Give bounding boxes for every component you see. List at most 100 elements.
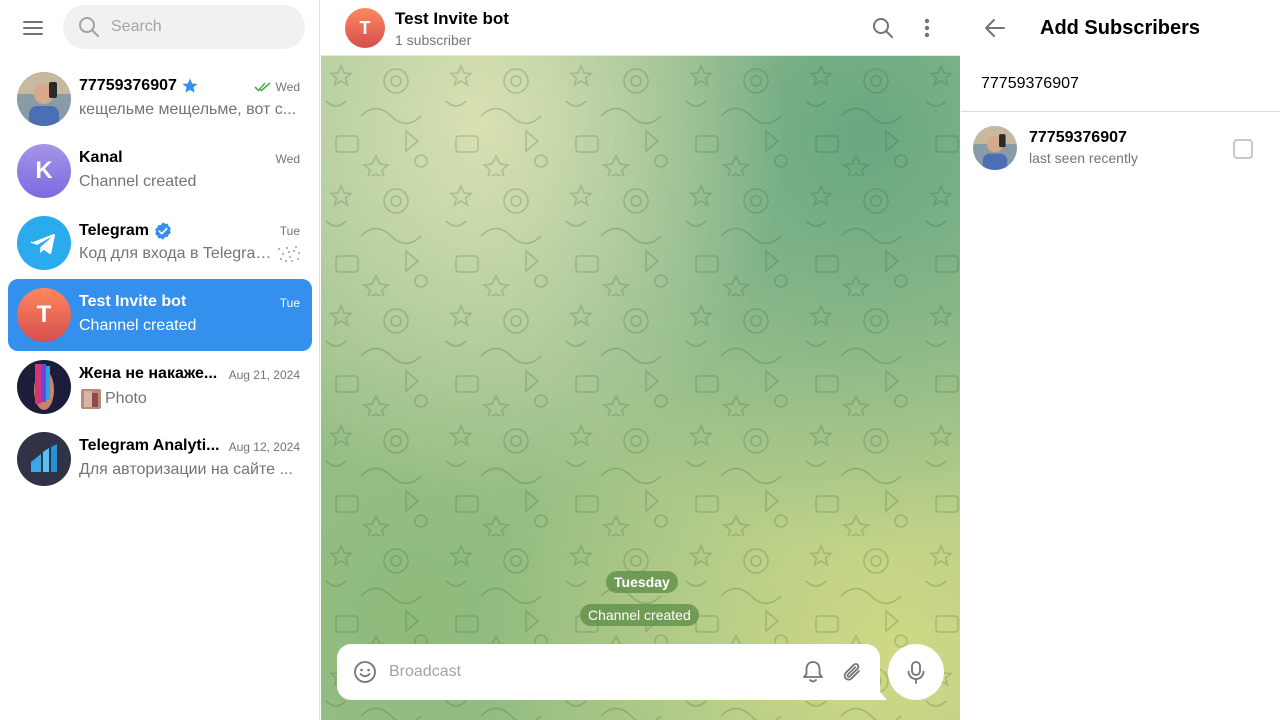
- contact-checkbox[interactable]: [1233, 139, 1253, 159]
- chat-date-text: Wed: [275, 80, 300, 94]
- silent-broadcast-button[interactable]: [797, 656, 829, 688]
- star-icon: [182, 78, 198, 93]
- message-input[interactable]: [389, 644, 789, 700]
- chat-preview: кещельме мещельме, вот с...: [79, 101, 301, 119]
- avatar: T: [17, 288, 71, 342]
- contact-name: 77759376907: [1029, 129, 1127, 146]
- avatar-letter: K: [35, 157, 53, 184]
- avatar: [17, 360, 71, 414]
- chat-date: Wed: [253, 80, 300, 94]
- avatar: [17, 72, 71, 126]
- chat-name-text: Telegram Analyti...: [79, 437, 220, 454]
- search-in-chat-button[interactable]: [863, 8, 903, 48]
- chat-preview-text: Photo: [105, 390, 147, 407]
- more-options-button[interactable]: [907, 8, 947, 48]
- menu-button[interactable]: [13, 8, 53, 48]
- chat-name: Жена не накаже...: [79, 365, 217, 383]
- user-photo-icon: [973, 126, 1017, 170]
- chat-name: Telegram: [79, 221, 173, 241]
- chat-date-text: Aug 21, 2024: [228, 368, 300, 382]
- chat-item-zhena[interactable]: Жена не накаже... Aug 21, 2024 Photo: [8, 351, 312, 423]
- search-icon: [873, 18, 893, 38]
- contact-status: last seen recently: [1029, 150, 1138, 166]
- avatar: [973, 126, 1017, 170]
- contact-row[interactable]: 77759376907 last seen recently: [961, 120, 1280, 176]
- chat-avatar[interactable]: T: [345, 8, 385, 48]
- avatar: [17, 216, 71, 270]
- avatar: [17, 432, 71, 486]
- sidebar-header: [0, 0, 320, 56]
- avatar-letter: T: [36, 301, 52, 328]
- chat-item-telegram[interactable]: Telegram Tue Код для входа в Telegram:: [8, 207, 312, 279]
- paperclip-icon: [843, 663, 860, 681]
- chat-header[interactable]: T Test Invite bot 1 subscriber: [321, 0, 960, 56]
- chat-sidebar: 77759376907 Wed кещельме мещельме, вот с…: [0, 0, 320, 720]
- add-subscribers-panel: Add Subscribers 77759376907 last seen re…: [961, 0, 1280, 720]
- chat-title: Test Invite bot: [395, 9, 509, 28]
- microphone-icon: [907, 661, 925, 684]
- arrow-left-icon: [985, 19, 1005, 37]
- bell-icon: [803, 661, 823, 683]
- more-vertical-icon: [924, 18, 930, 38]
- attach-button[interactable]: [837, 656, 869, 688]
- chat-name: Telegram Analyti...: [79, 437, 219, 455]
- chat-preview-text: Для авторизации на сайте ...: [79, 461, 293, 478]
- subscriber-search-input[interactable]: [981, 56, 1261, 112]
- chat-preview: Для авторизации на сайте ...: [79, 461, 301, 479]
- chat-name: Test Invite bot: [79, 293, 186, 311]
- avatar: K: [17, 144, 71, 198]
- analytics-logo-icon: [31, 444, 57, 472]
- avatar-letter: T: [359, 17, 371, 38]
- user-photo-icon: [17, 360, 71, 414]
- message-composer: [337, 644, 887, 700]
- verified-icon: [155, 222, 171, 240]
- chat-preview-text: Код для входа в Telegram:: [79, 245, 274, 262]
- chat-name-text: 77759376907: [79, 77, 177, 94]
- search-box[interactable]: [63, 5, 305, 49]
- chat-item-telegram-analytics[interactable]: Telegram Analyti... Aug 12, 2024 Для авт…: [8, 423, 312, 495]
- chat-subtitle: 1 subscriber: [395, 32, 472, 48]
- chat-item-77759376907[interactable]: 77759376907 Wed кещельме мещельме, вот с…: [8, 63, 312, 135]
- chat-name: Kanal: [79, 149, 123, 167]
- telegram-logo-icon: [30, 234, 55, 255]
- chat-name-text: Жена не накаже...: [79, 365, 218, 382]
- chat-date: Aug 12, 2024: [229, 440, 300, 454]
- chat-preview-text: Channel created: [79, 173, 197, 190]
- chat-list: 77759376907 Wed кещельме мещельме, вот с…: [8, 63, 312, 495]
- chat-name-text: Test Invite bot: [79, 293, 187, 310]
- panel-title: Add Subscribers: [1040, 17, 1201, 39]
- voice-message-button[interactable]: [888, 644, 944, 700]
- chat-date-text: Tue: [279, 296, 300, 310]
- chat-date-text: Tue: [279, 224, 300, 238]
- chat-date: Tue: [280, 296, 300, 310]
- subscriber-search-box[interactable]: [961, 56, 1280, 112]
- chat-date: Aug 21, 2024: [229, 368, 300, 382]
- user-photo-icon: [17, 72, 71, 126]
- search-icon: [79, 17, 99, 37]
- chat-preview: Photo: [81, 389, 303, 409]
- chat-preview: Channel created: [79, 173, 301, 191]
- smile-icon: [354, 661, 376, 683]
- chat-date-text: Wed: [275, 152, 300, 166]
- photo-thumbnail-icon: [81, 389, 101, 409]
- chat-preview: Код для входа в Telegram:: [79, 245, 301, 263]
- chat-preview: Channel created: [79, 317, 301, 335]
- chat-name-text: Kanal: [79, 149, 123, 166]
- chat-name: 77759376907: [79, 77, 199, 95]
- emoji-button[interactable]: [349, 656, 381, 688]
- chat-item-kanal[interactable]: K Kanal Wed Channel created: [8, 135, 312, 207]
- chat-name-text: Telegram: [79, 222, 149, 239]
- spoiler-dots-icon: [278, 246, 301, 262]
- chat-date-text: Aug 12, 2024: [228, 440, 300, 454]
- back-button[interactable]: [975, 8, 1015, 48]
- chat-date: Tue: [280, 224, 300, 238]
- chat-preview-text: Channel created: [79, 317, 197, 334]
- chat-area: T Test Invite bot 1 subscriber Tuesday C…: [321, 0, 960, 720]
- service-message: Channel created: [580, 604, 699, 626]
- double-check-icon: [253, 82, 271, 92]
- date-separator: Tuesday: [606, 571, 678, 593]
- chat-preview-text: кещельме мещельме, вот с...: [79, 101, 297, 118]
- search-input[interactable]: [111, 5, 296, 49]
- hamburger-menu-icon: [23, 21, 43, 35]
- chat-item-test-invite-bot[interactable]: T Test Invite bot Tue Channel created: [8, 279, 312, 351]
